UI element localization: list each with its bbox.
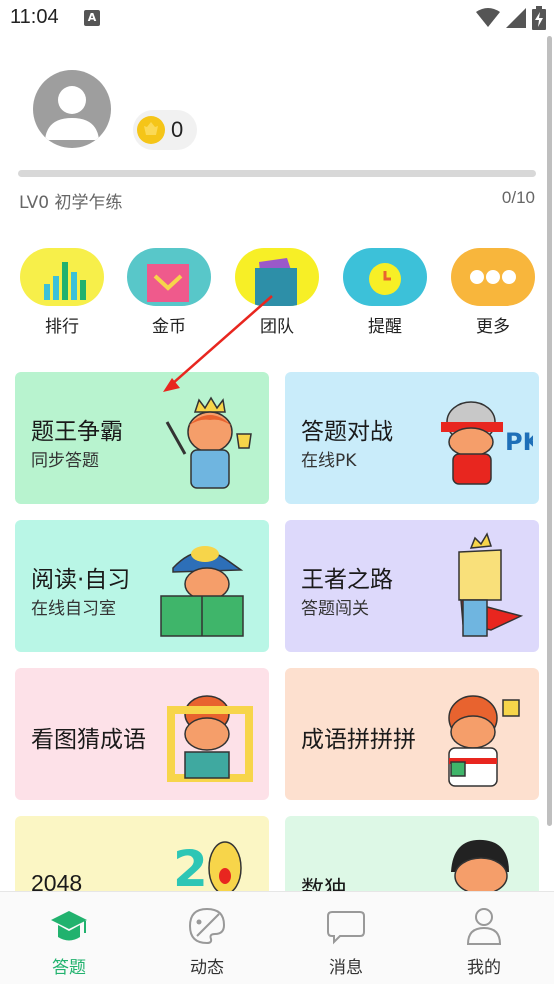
- card-subtitle: 同步答题: [31, 451, 99, 471]
- gold-coin-icon: [137, 116, 165, 144]
- card-idiom-puzzle[interactable]: 成语拼拼拼: [285, 668, 539, 800]
- quick-action-label: 排行: [45, 317, 79, 337]
- nav-label: 答题: [52, 958, 86, 978]
- nav-label: 消息: [329, 958, 363, 978]
- nav-label: 动态: [190, 958, 224, 978]
- quick-actions: 排行 金币 团队 提醒 更多: [0, 248, 554, 338]
- coin-balance[interactable]: 0: [133, 110, 197, 150]
- reminder-clock-icon: [369, 263, 401, 295]
- quick-action-pill: [127, 248, 211, 306]
- card-title: 阅读·自习: [31, 567, 131, 593]
- team-flag-icon: [255, 258, 297, 306]
- status-bar: 11:04 A: [0, 0, 554, 36]
- card-subtitle: 答题闯关: [301, 599, 369, 619]
- card-title: 题王争霸: [31, 419, 123, 445]
- battery-charging-icon: [532, 6, 546, 30]
- coin-count: 0: [171, 117, 184, 142]
- quick-action-team[interactable]: 团队: [235, 248, 319, 337]
- quick-action-pill: [235, 248, 319, 306]
- profile-section: 0 LV0 初学乍练 0/10: [0, 36, 554, 216]
- wifi-icon: [476, 8, 500, 27]
- card-picture-idiom[interactable]: 看图猜成语: [15, 668, 269, 800]
- card-king-road[interactable]: 王者之路 答题闯关: [285, 520, 539, 652]
- nav-tab-feed[interactable]: 动态: [138, 892, 276, 984]
- more-dots-icon: [470, 270, 516, 284]
- nav-tab-quiz[interactable]: 答题: [0, 892, 138, 984]
- card-quiz-king[interactable]: 题王争霸 同步答题: [15, 372, 269, 504]
- card-title: 答题对战: [301, 419, 393, 445]
- quick-action-label: 金币: [152, 317, 186, 337]
- status-time: 11:04: [10, 6, 59, 28]
- default-avatar-icon: [45, 86, 99, 140]
- quick-action-label: 团队: [260, 317, 294, 337]
- card-reading-study[interactable]: 阅读·自习 在线自习室: [15, 520, 269, 652]
- puzzle-boy-icon: [448, 695, 520, 787]
- user-profile-icon: [466, 908, 502, 945]
- quick-action-reminder[interactable]: 提醒: [343, 248, 427, 337]
- card-subtitle: 在线PK: [301, 451, 357, 471]
- svg-text:PK: PK: [505, 428, 533, 456]
- card-quiz-battle[interactable]: 答题对战 在线PK PK: [285, 372, 539, 504]
- chat-bubble-icon: [327, 911, 365, 945]
- nav-tab-profile[interactable]: 我的: [415, 892, 553, 984]
- card-title: 成语拼拼拼: [301, 727, 416, 753]
- level-progress-bar: [18, 170, 536, 177]
- quick-action-pill: [451, 248, 535, 306]
- quick-action-pill: [20, 248, 104, 306]
- king-with-trophy-icon: [165, 396, 252, 489]
- quick-action-label: 更多: [476, 317, 510, 337]
- ranking-icon: [44, 262, 86, 300]
- bottom-nav: 答题 动态 消息 我的: [0, 891, 554, 984]
- quick-action-pill: [343, 248, 427, 306]
- card-subtitle: 在线自习室: [31, 599, 116, 619]
- status-icons: [476, 6, 546, 30]
- caped-king-icon: [458, 532, 524, 637]
- signal-icon: [506, 8, 526, 28]
- quick-action-more[interactable]: 更多: [451, 248, 535, 337]
- level-label: LV0 初学乍练: [19, 193, 123, 213]
- picture-frame-boy-icon: [167, 695, 253, 782]
- avatar[interactable]: [33, 70, 111, 148]
- quick-action-ranking[interactable]: 排行: [20, 248, 104, 337]
- quick-action-coins[interactable]: 金币: [127, 248, 211, 337]
- nav-tab-messages[interactable]: 消息: [277, 892, 415, 984]
- nav-label: 我的: [467, 958, 501, 978]
- pk-battle-icon: PK: [441, 401, 533, 485]
- svg-text:2: 2: [173, 840, 208, 898]
- card-title: 看图猜成语: [31, 727, 146, 753]
- graduation-cap-icon: [51, 911, 87, 941]
- card-title: 王者之路: [301, 567, 393, 593]
- level-progress-text: 0/10: [501, 188, 535, 207]
- palette-icon: [188, 907, 226, 945]
- quick-action-label: 提醒: [368, 317, 402, 337]
- coin-envelope-icon: [147, 264, 189, 302]
- notification-badge: A: [84, 10, 100, 26]
- reading-boy-icon: [160, 546, 244, 637]
